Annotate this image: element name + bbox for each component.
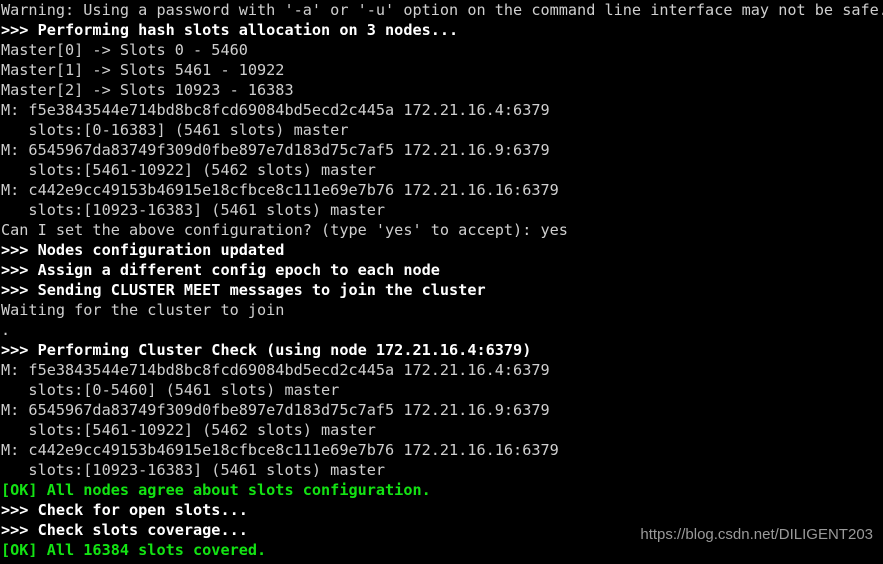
terminal-line: >>> Check for open slots... bbox=[1, 501, 248, 519]
terminal-line: >>> Check slots coverage... bbox=[1, 521, 248, 539]
terminal-line: >>> Nodes configuration updated bbox=[1, 241, 285, 259]
terminal-line: . bbox=[1, 321, 11, 339]
terminal-window[interactable]: Warning: Using a password with '-a' or '… bbox=[0, 0, 883, 564]
terminal-line: M: f5e3843544e714bd8bc8fcd69084bd5ecd2c4… bbox=[1, 361, 550, 379]
terminal-line: >>> Assign a different config epoch to e… bbox=[1, 261, 440, 279]
terminal-line: slots:[0-5460] (5461 slots) master bbox=[1, 381, 340, 399]
terminal-line: M: f5e3843544e714bd8bc8fcd69084bd5ecd2c4… bbox=[1, 101, 550, 119]
terminal-line: Waiting for the cluster to join bbox=[1, 301, 285, 319]
terminal-line: Master[0] -> Slots 0 - 5460 bbox=[1, 41, 248, 59]
terminal-line: slots:[10923-16383] (5461 slots) master bbox=[1, 201, 386, 219]
terminal-line: Can I set the above configuration? (type… bbox=[1, 221, 568, 239]
terminal-line: [OK] All nodes agree about slots configu… bbox=[1, 481, 431, 499]
terminal-line: M: c442e9cc49153b46915e18cfbce8c111e69e7… bbox=[1, 441, 559, 459]
terminal-output: Warning: Using a password with '-a' or '… bbox=[0, 0, 883, 560]
terminal-line: [OK] All 16384 slots covered. bbox=[1, 541, 267, 559]
terminal-line: slots:[5461-10922] (5462 slots) master bbox=[1, 161, 376, 179]
terminal-line: M: 6545967da83749f309d0fbe897e7d183d75c7… bbox=[1, 401, 550, 419]
terminal-line: slots:[10923-16383] (5461 slots) master bbox=[1, 461, 386, 479]
terminal-line: >>> Performing Cluster Check (using node… bbox=[1, 341, 532, 359]
terminal-line: slots:[5461-10922] (5462 slots) master bbox=[1, 421, 376, 439]
terminal-line: >>> Sending CLUSTER MEET messages to joi… bbox=[1, 281, 486, 299]
terminal-line: M: 6545967da83749f309d0fbe897e7d183d75c7… bbox=[1, 141, 550, 159]
terminal-line: Master[1] -> Slots 5461 - 10922 bbox=[1, 61, 285, 79]
terminal-line: Warning: Using a password with '-a' or '… bbox=[1, 1, 883, 19]
terminal-line: Master[2] -> Slots 10923 - 16383 bbox=[1, 81, 294, 99]
terminal-line: slots:[0-16383] (5461 slots) master bbox=[1, 121, 349, 139]
terminal-line: M: c442e9cc49153b46915e18cfbce8c111e69e7… bbox=[1, 181, 559, 199]
terminal-line: >>> Performing hash slots allocation on … bbox=[1, 21, 459, 39]
